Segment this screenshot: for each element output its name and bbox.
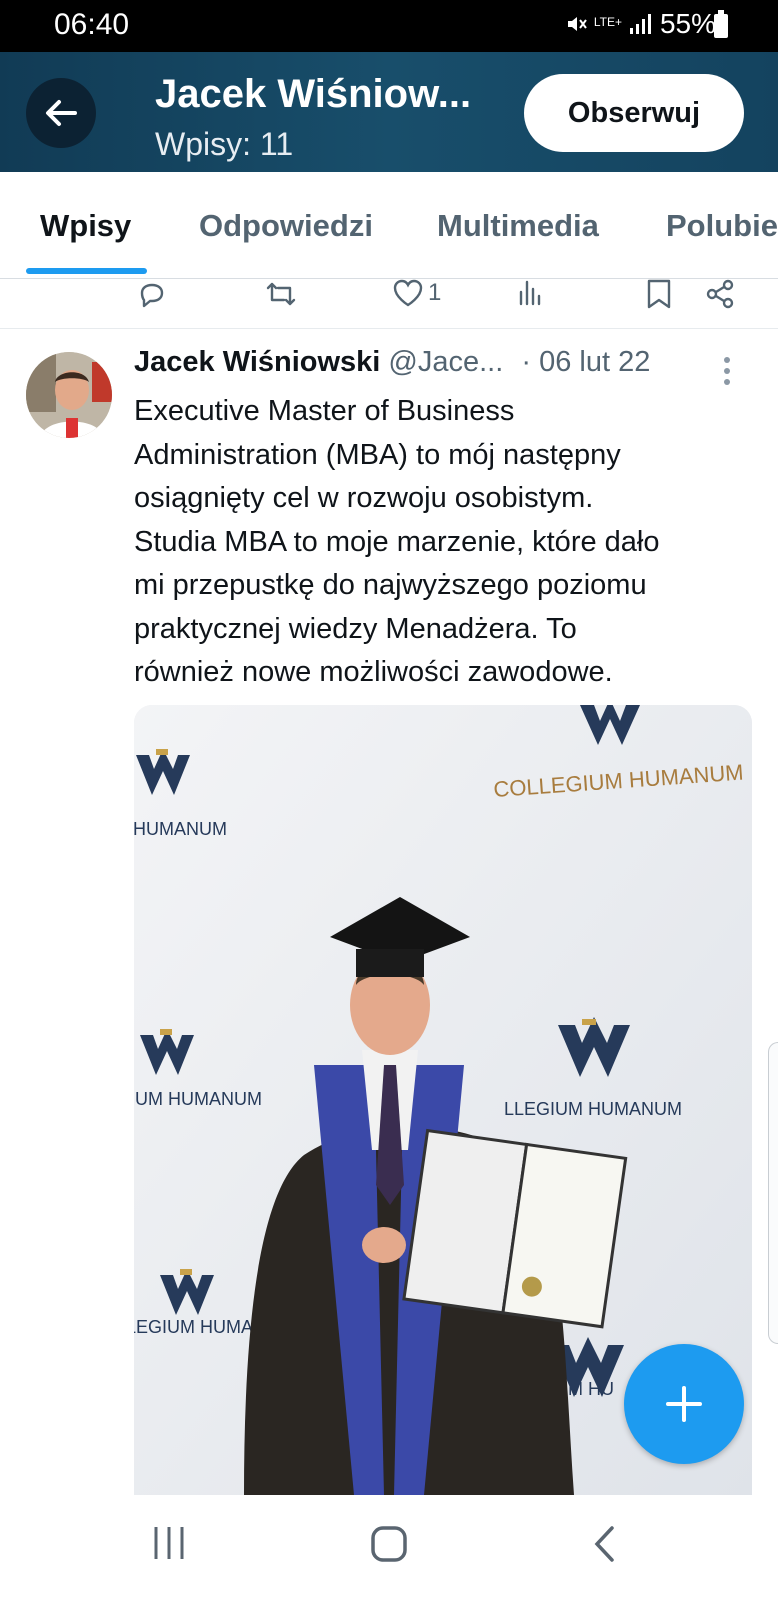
back-nav-button[interactable] — [592, 1525, 616, 1568]
signal-icon — [629, 14, 651, 34]
like-count: 1 — [428, 279, 442, 306]
back-button[interactable] — [26, 78, 96, 148]
svg-text:EGIUM HUMANUM: EGIUM HUMANUM — [134, 1089, 262, 1109]
svg-text:LLEGIUM HUMANUM: LLEGIUM HUMANUM — [504, 1099, 682, 1119]
recents-button[interactable] — [152, 1525, 186, 1566]
like-button[interactable]: 1 — [392, 278, 441, 308]
scroll-handle[interactable] — [768, 1042, 778, 1344]
system-nav-bar — [0, 1495, 778, 1600]
compose-button[interactable] — [624, 1344, 744, 1464]
tweet-text-line: praktycznej wiedzy Menadżera. To — [134, 612, 577, 645]
profile-name: Jacek Wiśniow... — [155, 72, 472, 116]
avatar-photo — [26, 352, 112, 438]
tweet-header: Jacek Wiśniowski @Jace... · 06 lut 22 — [134, 346, 650, 379]
bookmark-button[interactable] — [646, 278, 672, 310]
mute-icon — [567, 17, 587, 31]
reply-button[interactable] — [136, 278, 168, 310]
bookmark-icon — [647, 279, 671, 309]
status-time: 06:40 — [54, 8, 130, 41]
author-avatar[interactable] — [26, 352, 112, 438]
tab-posts[interactable]: Wpisy — [40, 208, 131, 244]
retweet-icon — [266, 282, 296, 306]
tweet-text-line: Administration (MBA) to mój następny — [134, 438, 621, 471]
views-button[interactable] — [516, 278, 546, 308]
network-type: LTE+ — [593, 15, 622, 29]
more-icon — [724, 357, 730, 385]
share-icon — [706, 279, 734, 309]
tweet-author-name[interactable]: Jacek Wiśniowski — [134, 346, 380, 378]
recents-icon — [154, 1527, 184, 1559]
back-arrow-icon — [46, 100, 77, 126]
battery-percent: 55% — [659, 8, 716, 39]
tweet-text: Executive Master of Business Administrat… — [134, 390, 754, 695]
profile-tabs: Wpisy Odpowiedzi Multimedia Polubie — [0, 172, 778, 279]
tweet-text-line: osiągnięty cel w rozwoju osobistym. — [134, 482, 594, 514]
tweet-date[interactable]: · 06 lut 22 — [521, 346, 650, 378]
home-icon — [371, 1526, 407, 1562]
tweet-text-line: mi przepustkę do najwyższego poziomu — [134, 569, 647, 601]
views-icon — [519, 280, 541, 306]
status-right: LTE+ 55% — [564, 8, 716, 40]
previous-tweet-actions: 1 — [0, 278, 778, 329]
compose-plus-icon — [666, 1386, 702, 1422]
battery-icon — [714, 10, 728, 38]
tab-replies[interactable]: Odpowiedzi — [199, 208, 373, 244]
posts-count: Wpisy: 11 — [155, 126, 294, 162]
tweet-text-line: Executive Master of Business — [134, 395, 515, 427]
follow-button[interactable]: Obserwuj — [524, 74, 744, 152]
reply-icon — [140, 283, 164, 308]
tweet-text-line: Studia MBA to moje marzenie, które dało — [134, 525, 660, 558]
status-bar: 06:40 LTE+ 55% — [0, 0, 778, 52]
back-nav-icon — [594, 1526, 614, 1562]
active-tab-indicator — [26, 268, 147, 274]
share-button[interactable] — [704, 278, 736, 310]
profile-header: Jacek Wiśniow... Wpisy: 11 Obserwuj — [0, 52, 778, 172]
tweet-author-handle[interactable]: @Jace... — [388, 346, 503, 378]
like-icon — [393, 279, 423, 307]
retweet-button[interactable] — [264, 278, 298, 310]
tweet-more-button[interactable] — [722, 355, 732, 392]
tab-likes[interactable]: Polubie — [666, 208, 778, 244]
svg-text:UM HUMANUM: UM HUMANUM — [134, 819, 227, 839]
tab-media[interactable]: Multimedia — [437, 208, 599, 244]
home-button[interactable] — [370, 1525, 408, 1568]
tweet-text-line: również nowe możliwości zawodowe. — [134, 656, 613, 688]
